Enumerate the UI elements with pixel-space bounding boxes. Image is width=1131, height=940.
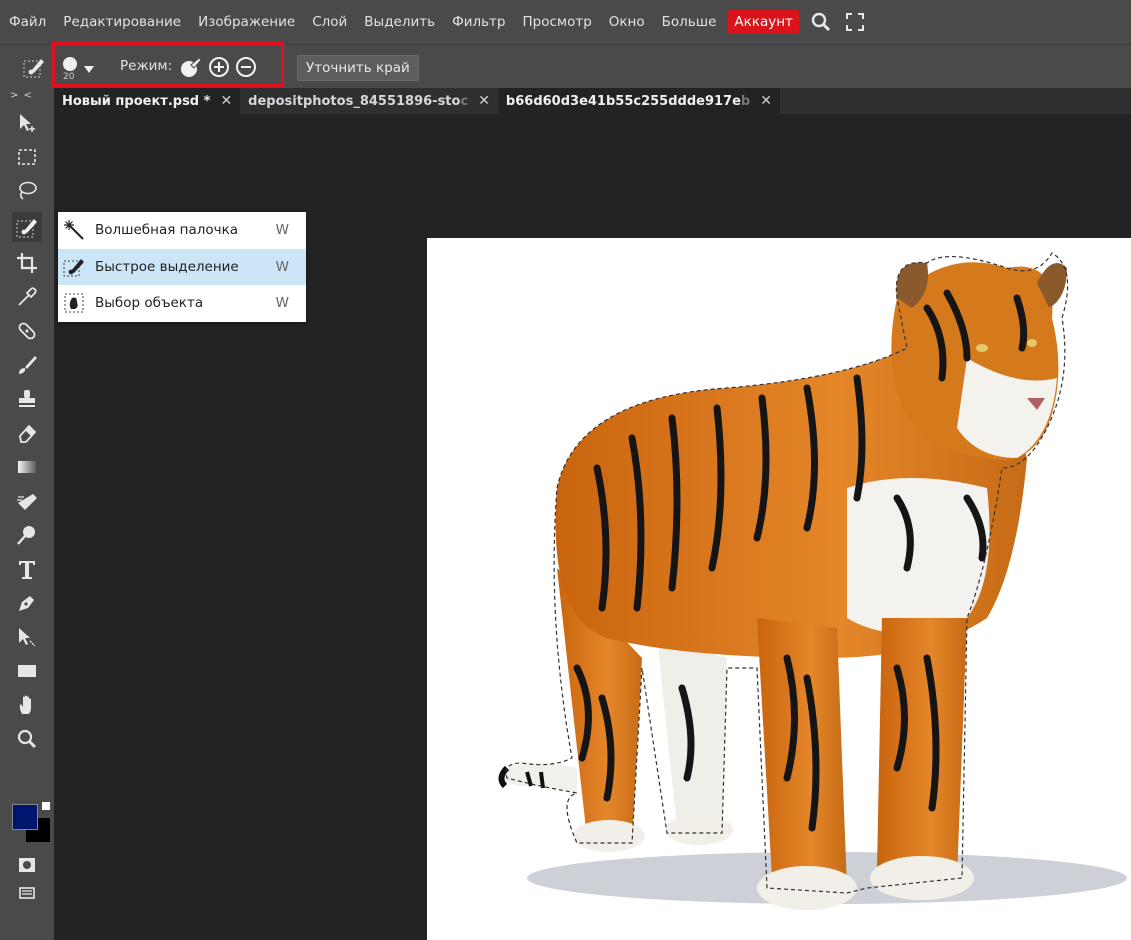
menu-file[interactable]: Файл bbox=[9, 14, 46, 30]
quick-mask-tool[interactable] bbox=[12, 850, 42, 880]
close-icon[interactable]: ✕ bbox=[760, 93, 772, 109]
flyout-item-quick-selection[interactable]: Быстрое выделение W bbox=[58, 249, 306, 285]
zoom-icon bbox=[17, 729, 37, 749]
highlight-annotation bbox=[52, 42, 284, 87]
flyout-item-magic-wand[interactable]: Волшебная палочка W bbox=[58, 212, 306, 248]
quick-selection-tool[interactable] bbox=[12, 212, 42, 242]
menu-view[interactable]: Просмотр bbox=[523, 14, 592, 30]
selection-tools-flyout: Волшебная палочка W Быстрое выделение W … bbox=[58, 212, 306, 322]
tiger-image bbox=[498, 252, 1127, 910]
stamp-tool[interactable] bbox=[12, 384, 42, 414]
color-swatches[interactable] bbox=[12, 802, 52, 846]
menu-bar: Файл Редактирование Изображение Слой Выд… bbox=[0, 0, 1131, 44]
tab-new-project[interactable]: Новый проект.psd * ✕ bbox=[54, 88, 241, 114]
eyedropper-tool[interactable] bbox=[12, 282, 42, 312]
hand-tool[interactable] bbox=[12, 690, 42, 720]
menu-layer[interactable]: Слой bbox=[312, 14, 347, 30]
refine-edge-button[interactable]: Уточнить край bbox=[297, 55, 419, 81]
eraser-icon bbox=[19, 424, 37, 443]
quick-selection-tool-icon bbox=[22, 55, 46, 79]
tab-label: b66d60d3e41b55c255ddde917e bbox=[505, 93, 741, 109]
hand-icon bbox=[19, 695, 31, 714]
close-icon[interactable]: ✕ bbox=[220, 93, 232, 109]
rectangle-icon bbox=[18, 665, 36, 677]
tab-label-overflow: b bbox=[740, 93, 751, 109]
bandage-icon bbox=[18, 322, 36, 340]
dodge-tool[interactable] bbox=[12, 520, 42, 550]
eyedropper-icon bbox=[18, 287, 37, 306]
zoom-tool[interactable] bbox=[12, 724, 42, 754]
smudge-tool[interactable] bbox=[12, 486, 42, 516]
flyout-item-label: Быстрое выделение bbox=[95, 259, 239, 275]
pen-icon bbox=[19, 596, 34, 611]
lasso-icon bbox=[19, 181, 37, 200]
gradient-icon bbox=[18, 461, 36, 473]
menu-select[interactable]: Выделить bbox=[364, 14, 435, 30]
object-selection-icon bbox=[62, 291, 86, 315]
eraser-tool[interactable] bbox=[12, 418, 42, 448]
search-icon[interactable] bbox=[809, 10, 833, 34]
collapse-toggle[interactable]: > < bbox=[10, 90, 33, 101]
dodge-icon bbox=[17, 526, 35, 545]
quick-selection-icon bbox=[62, 255, 86, 279]
text-icon bbox=[19, 561, 35, 579]
menu-filter[interactable]: Фильтр bbox=[452, 14, 505, 30]
smudge-icon bbox=[17, 494, 37, 510]
move-icon bbox=[20, 114, 35, 132]
shortcut-key: W bbox=[275, 295, 289, 311]
menu-edit[interactable]: Редактирование bbox=[63, 14, 181, 30]
shape-tool[interactable] bbox=[12, 656, 42, 686]
pen-tool[interactable] bbox=[12, 588, 42, 618]
foreground-color-swatch[interactable] bbox=[12, 804, 38, 830]
menu-image[interactable]: Изображение bbox=[198, 14, 295, 30]
crop-tool[interactable] bbox=[12, 248, 42, 278]
marquee-icon bbox=[18, 149, 36, 165]
lasso-tool[interactable] bbox=[12, 176, 42, 206]
tab-b66d60[interactable]: b66d60d3e41b55c255ddde917e b ✕ bbox=[497, 88, 780, 114]
shortcut-key: W bbox=[275, 259, 289, 275]
crop-icon bbox=[17, 253, 37, 273]
screen-mode-tool[interactable] bbox=[12, 878, 42, 908]
default-colors-icon[interactable] bbox=[42, 802, 50, 810]
gradient-tool[interactable] bbox=[12, 452, 42, 482]
document-tabs: Новый проект.psd * ✕ depositphotos_84551… bbox=[54, 88, 1131, 114]
screen-mode-icon bbox=[19, 887, 35, 899]
close-icon[interactable]: ✕ bbox=[478, 93, 490, 109]
document-canvas[interactable] bbox=[427, 238, 1131, 940]
shortcut-key: W bbox=[275, 222, 289, 238]
flyout-item-label: Волшебная палочка bbox=[95, 222, 239, 238]
flyout-item-object-selection[interactable]: Выбор объекта W bbox=[58, 285, 306, 321]
tab-label: depositphotos_84551896-sto bbox=[248, 93, 461, 109]
tab-label: Новый проект.psd * bbox=[62, 93, 211, 109]
flyout-item-label: Выбор объекта bbox=[95, 295, 204, 311]
path-select-tool[interactable] bbox=[12, 622, 42, 652]
path-select-icon bbox=[19, 628, 36, 647]
brush-icon bbox=[19, 356, 37, 374]
brush-tool[interactable] bbox=[12, 350, 42, 380]
quick-mask-icon bbox=[19, 858, 35, 872]
move-tool[interactable] bbox=[12, 108, 42, 138]
fullscreen-icon[interactable] bbox=[843, 10, 867, 34]
stamp-icon bbox=[19, 390, 35, 407]
magic-wand-icon bbox=[62, 218, 86, 242]
tools-panel: > < bbox=[0, 88, 54, 940]
healing-tool[interactable] bbox=[12, 316, 42, 346]
quick-selection-icon bbox=[16, 219, 37, 238]
menu-more[interactable]: Больше bbox=[662, 14, 717, 30]
text-tool[interactable] bbox=[12, 554, 42, 584]
menu-window[interactable]: Окно bbox=[609, 14, 645, 30]
marquee-tool[interactable] bbox=[12, 142, 42, 172]
tab-label-overflow: c bbox=[460, 93, 469, 109]
tab-depositphotos[interactable]: depositphotos_84551896-sto c ✕ bbox=[240, 88, 498, 114]
account-button[interactable]: Аккаунт bbox=[728, 10, 799, 34]
